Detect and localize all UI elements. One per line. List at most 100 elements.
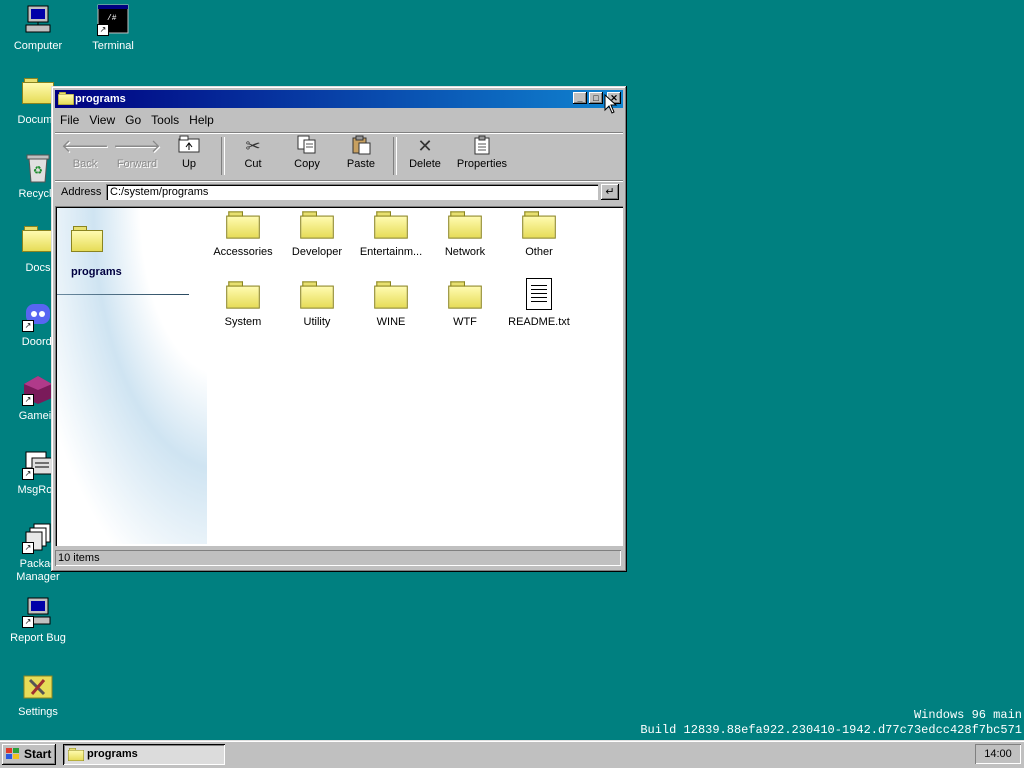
shortcut-arrow-icon: ↗ (22, 394, 34, 406)
computer-icon (22, 4, 54, 36)
folder-icon (522, 211, 556, 239)
explorer-window[interactable]: programs _ □ ✕ File View Go Tools Help 🡐 Bac… (51, 86, 627, 572)
recycle-bin-icon: ♻ (22, 152, 54, 184)
paste-button[interactable]: Paste (335, 135, 387, 177)
properties-label: Properties (456, 158, 508, 170)
shortcut-arrow-icon: ↗ (97, 24, 109, 36)
status-text: 10 items (58, 552, 100, 564)
forward-label: Forward (116, 158, 158, 170)
delete-button[interactable]: ✕ Delete (399, 135, 451, 177)
maximize-button[interactable]: □ (589, 92, 603, 104)
copy-label: Copy (294, 158, 320, 170)
file-item-label: WINE (376, 316, 406, 328)
delete-label: Delete (409, 158, 441, 170)
file-item[interactable]: Network (428, 211, 502, 258)
minimize-button[interactable]: _ (573, 92, 587, 104)
folder-icon (226, 281, 260, 309)
taskbar-window-label: programs (87, 748, 138, 760)
folder-icon (68, 748, 84, 761)
taskbar: Start programs 14:00 (0, 740, 1024, 768)
folder-icon (374, 281, 408, 309)
menu-bar: File View Go Tools Help (55, 110, 623, 130)
file-item-label: Entertainm... (359, 246, 423, 258)
desktop-icon-label: Computer (13, 40, 63, 52)
title-bar[interactable]: programs _ □ ✕ (55, 90, 623, 108)
cut-button[interactable]: ✂ Cut (227, 135, 279, 177)
terminal-icon: /# ↗ (97, 4, 129, 36)
folder-icon (448, 281, 482, 309)
paste-clipboard-icon (335, 135, 387, 157)
package-manager-icon: ↗ (22, 522, 54, 554)
text-file-icon (526, 278, 552, 310)
desktop-icon-label: Settings (18, 706, 58, 718)
desktop-icon-settings[interactable]: Settings (0, 670, 76, 719)
svg-text:♻: ♻ (33, 165, 43, 177)
desktop-icon-terminal[interactable]: /# ↗ Terminal (75, 4, 151, 53)
address-input[interactable]: C:/system/programs (106, 184, 598, 200)
settings-icon (22, 670, 54, 702)
back-arrow-icon: 🡐 (60, 136, 110, 156)
toolbar-separator (221, 137, 225, 175)
build-line-1: Windows 96 main (913, 708, 1022, 722)
docs-folder-icon (22, 226, 54, 258)
shortcut-arrow-icon: ↗ (22, 542, 34, 554)
file-item[interactable]: Accessories (206, 211, 280, 258)
scissors-icon: ✂ (245, 136, 261, 156)
file-item[interactable]: Other (502, 211, 576, 258)
forward-button[interactable]: 🡒 Forward (111, 135, 163, 177)
file-item[interactable]: System (206, 281, 280, 328)
address-label: Address (61, 186, 102, 198)
build-line-2: Build 12839.88efa922.230410-1942.d77c73e… (640, 723, 1022, 737)
file-item-label: README.txt (508, 316, 570, 328)
delete-x-icon: ✕ (417, 136, 433, 156)
menu-file[interactable]: File (55, 110, 84, 130)
up-button[interactable]: Up (163, 135, 215, 177)
folder-icon (300, 211, 334, 239)
side-panel: programs (57, 208, 207, 544)
file-item[interactable]: Entertainm... (354, 211, 428, 258)
side-panel-divider (57, 294, 189, 295)
desktop-icon-computer[interactable]: Computer (0, 4, 76, 53)
toolbar: 🡐 Back 🡒 Forward Up ✂ Cut Copy Paste ✕ D… (55, 132, 623, 179)
toolbar-separator (393, 137, 397, 175)
file-view[interactable]: programs Accessories Developer Entertain… (55, 206, 623, 546)
menu-go[interactable]: Go (120, 110, 146, 130)
gamein-icon: ↗ (22, 374, 54, 406)
file-item[interactable]: Developer (280, 211, 354, 258)
menu-tools[interactable]: Tools (146, 110, 184, 130)
svg-text:/#: /# (107, 14, 117, 23)
properties-button[interactable]: Properties (451, 135, 513, 177)
folder-icon (300, 281, 334, 309)
folder-icon (226, 211, 260, 239)
cut-label: Cut (244, 158, 262, 170)
file-item-label: Network (444, 246, 486, 258)
file-item-label: Developer (291, 246, 343, 258)
address-bar: Address C:/system/programs ↵ (55, 180, 623, 203)
taskbar-window-button[interactable]: programs (63, 744, 225, 765)
start-button[interactable]: Start (2, 744, 56, 765)
copy-button[interactable]: Copy (281, 135, 333, 177)
back-label: Back (72, 158, 98, 170)
documents-folder-icon (22, 78, 54, 110)
build-info: Windows 96 main Build 12839.88efa922.230… (640, 708, 1022, 738)
file-item[interactable]: README.txt (502, 278, 576, 328)
go-arrow-icon[interactable]: ↵ (601, 184, 619, 200)
back-button[interactable]: 🡐 Back (59, 135, 111, 177)
properties-icon (451, 135, 513, 157)
menu-help[interactable]: Help (184, 110, 219, 130)
system-tray-clock[interactable]: 14:00 (975, 744, 1021, 764)
shortcut-arrow-icon: ↗ (22, 616, 34, 628)
msgroom-icon: ↗ (22, 448, 54, 480)
folder-icon (58, 92, 74, 105)
mouse-cursor-icon (604, 93, 618, 117)
file-item[interactable]: WINE (354, 281, 428, 328)
file-item[interactable]: Utility (280, 281, 354, 328)
menu-view[interactable]: View (84, 110, 120, 130)
file-item[interactable]: WTF (428, 281, 502, 328)
paste-label: Paste (346, 158, 376, 170)
start-label: Start (24, 747, 52, 761)
file-item-label: Accessories (213, 246, 273, 258)
desktop-icon-label: Report Bug (10, 632, 66, 644)
desktop-icon-report-bug[interactable]: ↗ Report Bug (0, 596, 76, 645)
window-title: programs (75, 93, 126, 105)
